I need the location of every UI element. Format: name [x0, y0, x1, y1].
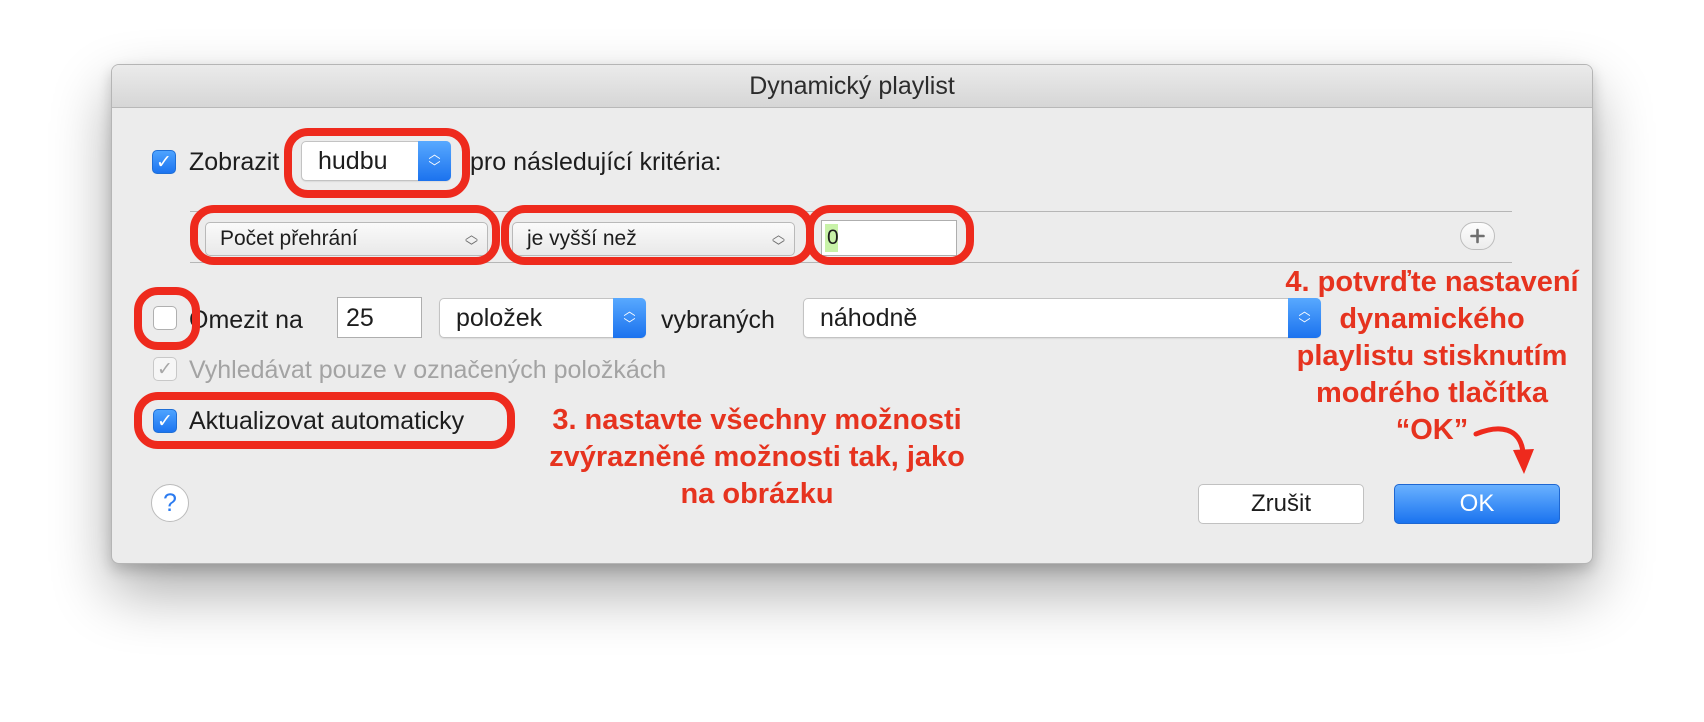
window-title: Dynamický playlist — [112, 65, 1592, 108]
plus-icon — [1470, 228, 1485, 244]
highlight-rule-operator — [501, 205, 814, 265]
limit-count-field[interactable]: 25 — [337, 297, 422, 338]
highlight-limit-checkbox — [134, 287, 200, 350]
popup-stepper-icon: ︿ ﹀ — [613, 298, 646, 338]
limit-count-value: 25 — [346, 304, 374, 332]
annotation-step4-line: modrého tlačítka — [1315, 377, 1549, 409]
help-button[interactable]: ? — [151, 484, 189, 522]
annotation-step4-line: 4. potvrďte nastavení — [1285, 266, 1579, 298]
checked-only-label: Vyhledávat pouze v označených položkách — [189, 356, 667, 384]
match-checkbox[interactable]: ✓ — [152, 150, 176, 174]
highlight-media-popup — [284, 128, 470, 198]
annotation-step3-line: 3. nastavte všechny možnosti — [552, 404, 962, 436]
highlight-rule-value — [806, 205, 974, 265]
highlight-rule-field — [190, 205, 500, 265]
annotation-step3-line: na obrázku — [680, 478, 834, 510]
annotation-step3: 3. nastavte všechny možnosti zvýrazněné … — [512, 402, 1002, 513]
cancel-button[interactable]: Zrušit — [1198, 484, 1364, 524]
annotation-step4-line: dynamického — [1339, 303, 1525, 335]
limit-unit-value: položek — [456, 304, 543, 332]
annotation-step4-line: “OK” — [1395, 414, 1469, 446]
annotation-step4: 4. potvrďte nastavení dynamického playli… — [1262, 264, 1602, 449]
limit-checkbox-label: Omezit na — [189, 306, 303, 334]
checked-only-checkbox[interactable]: ✓ — [153, 357, 177, 381]
curved-arrow-icon — [1473, 426, 1534, 474]
annotation-step4-line: playlistu stisknutím — [1296, 340, 1568, 372]
match-checkbox-label: Zobrazit — [189, 148, 280, 176]
limit-order-popup[interactable]: náhodně ︿ ﹀ — [803, 298, 1321, 338]
highlight-live-update — [134, 392, 515, 449]
selected-by-label: vybraných — [661, 306, 775, 334]
criteria-label: pro následující kritéria: — [470, 148, 722, 176]
add-rule-button[interactable] — [1460, 222, 1495, 250]
limit-order-value: náhodně — [820, 304, 918, 332]
ok-button[interactable]: OK — [1394, 484, 1560, 524]
limit-unit-popup[interactable]: položek ︿ ﹀ — [439, 298, 646, 338]
annotation-step3-line: zvýrazněné možnosti tak, jako — [549, 441, 965, 473]
